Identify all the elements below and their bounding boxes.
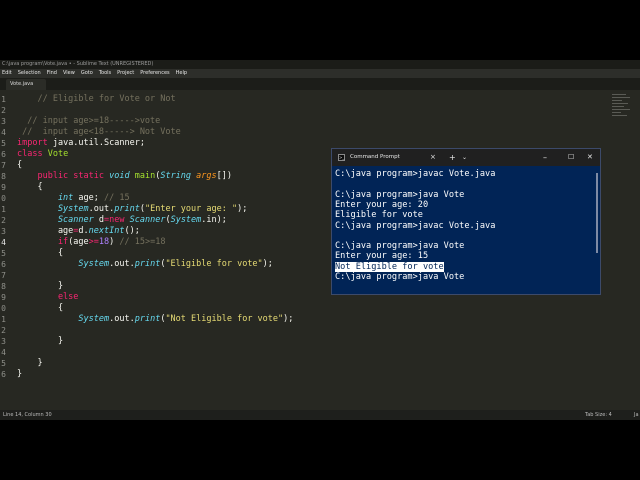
minimap[interactable] [612,94,632,134]
code-line-13: age=d.nextInt(); [17,226,140,236]
code-line-8: public static void main(String args[]) [17,171,232,181]
code-line-12: Scanner d=new Scanner(System.in); [17,215,227,225]
code-line-6: class Vote [17,149,69,159]
code-line-9: { [17,182,43,192]
terminal-line: C:\java program>java Vote [335,189,465,200]
line-number: 5 [1,249,6,258]
chevron-down-icon[interactable]: ⌄ [462,149,467,166]
terminal-line: Enter your age: 20 [335,199,429,210]
status-bar: Line 14, Column 30 Tab Size: 4 Ja [0,410,640,420]
tab-size-button[interactable]: Tab Size: 4 [585,410,612,420]
code-line-26: } [17,369,23,379]
close-button[interactable]: ✕ [587,149,593,166]
code-line-7: { [17,160,23,170]
line-number: 2 [1,216,6,225]
code-line-5: import java.util.Scanner; [17,138,145,148]
menu-view[interactable]: View [62,69,76,78]
code-line-16: System.out.print("Eligible for vote"); [17,259,273,269]
terminal-line: Eligible for vote [335,210,423,221]
window-title: C:\java program\Vote.java • - Sublime Te… [0,60,640,69]
cursor-position: Line 14, Column 30 [3,412,52,418]
line-number: 0 [1,304,6,313]
tab-bar: Vote.java [0,78,640,90]
line-number: 3 [1,337,6,346]
line-number: 9 [1,293,6,302]
terminal-line: Enter your age: 15 [335,251,429,262]
syntax-button[interactable]: Ja [634,410,639,420]
terminal-line: C:\java program>java Vote [335,241,465,252]
line-number: 6 [1,370,6,379]
terminal-line-selected: Not Eligible for vote [335,261,444,272]
cmd-scrollbar[interactable] [596,173,598,253]
code-line-20: { [17,303,64,313]
code-line-11: System.out.print("Enter your age: "); [17,204,248,214]
line-number: 3 [1,227,6,236]
code-line-19: else [17,292,79,302]
cmd-titlebar[interactable]: >_ Command Prompt × + ⌄ – ☐ ✕ [332,149,600,166]
terminal-icon: >_ [338,154,345,161]
code-line-21: System.out.print("Not Eligible for vote"… [17,314,294,324]
terminal-line: C:\java program>javac Vote.java [335,169,496,179]
tab-vote-java[interactable]: Vote.java [6,79,46,90]
cmd-tab-title[interactable]: Command Prompt [350,149,400,166]
line-number: 9 [1,183,6,192]
code-line-10: int age; // 15 [17,193,130,203]
line-number: 4 [1,128,6,137]
line-number: 1 [1,315,6,324]
menu-preferences[interactable]: Preferences [139,69,170,78]
line-number: 8 [1,172,6,181]
menu-project[interactable]: Project [116,69,135,78]
terminal-line: C:\java program>javac Vote.java [335,220,496,231]
line-number: 4 [1,348,6,357]
line-number: 5 [1,139,6,148]
line-number: 7 [1,271,6,280]
line-number: 2 [1,326,6,335]
line-number: 2 [1,106,6,115]
code-line-15: { [17,248,64,258]
command-prompt-window[interactable]: >_ Command Prompt × + ⌄ – ☐ ✕ C:\java pr… [331,148,601,295]
video-letterbox-top [0,0,640,60]
line-number: 3 [1,117,6,126]
terminal-output[interactable]: C:\java program>javac Vote.java C:\java … [332,166,600,294]
code-line-3: // input age>=18----->vote [17,116,161,126]
line-number-current: 4 [1,238,6,247]
line-number-gutter: 1 2 3 4 5 6 7 8 9 0 1 2 3 4 5 6 7 8 9 0 … [0,90,12,410]
menu-help[interactable]: Help [175,69,188,78]
close-tab-icon[interactable]: × [430,149,436,166]
line-number: 7 [1,161,6,170]
menu-find[interactable]: Find [46,69,58,78]
line-number: 0 [1,194,6,203]
line-number: 8 [1,282,6,291]
code-line-14: if(age>=18) // 15>=18 [17,237,166,247]
menu-selection[interactable]: Selection [17,69,42,78]
new-tab-button[interactable]: + [449,149,456,166]
code-line-1: // Eligible for Vote or Not [17,94,176,104]
menu-goto[interactable]: Goto [80,69,94,78]
maximize-button[interactable]: ☐ [568,149,574,166]
menu-tools[interactable]: Tools [98,69,112,78]
code-line-4: // input age<18-----> Not Vote [17,127,181,137]
video-letterbox-bottom [0,420,640,480]
line-number: 6 [1,150,6,159]
terminal-line: C:\java program>java Vote [335,272,465,282]
menu-edit[interactable]: Edit [1,69,13,78]
code-line-18: } [17,281,64,291]
line-number: 1 [1,95,6,104]
code-line-25: } [17,358,43,368]
code-line-23: } [17,336,64,346]
minimize-button[interactable]: – [543,149,547,166]
line-number: 6 [1,260,6,269]
menu-bar: Edit Selection Find View Goto Tools Proj… [0,69,640,78]
line-number: 1 [1,205,6,214]
line-number: 5 [1,359,6,368]
